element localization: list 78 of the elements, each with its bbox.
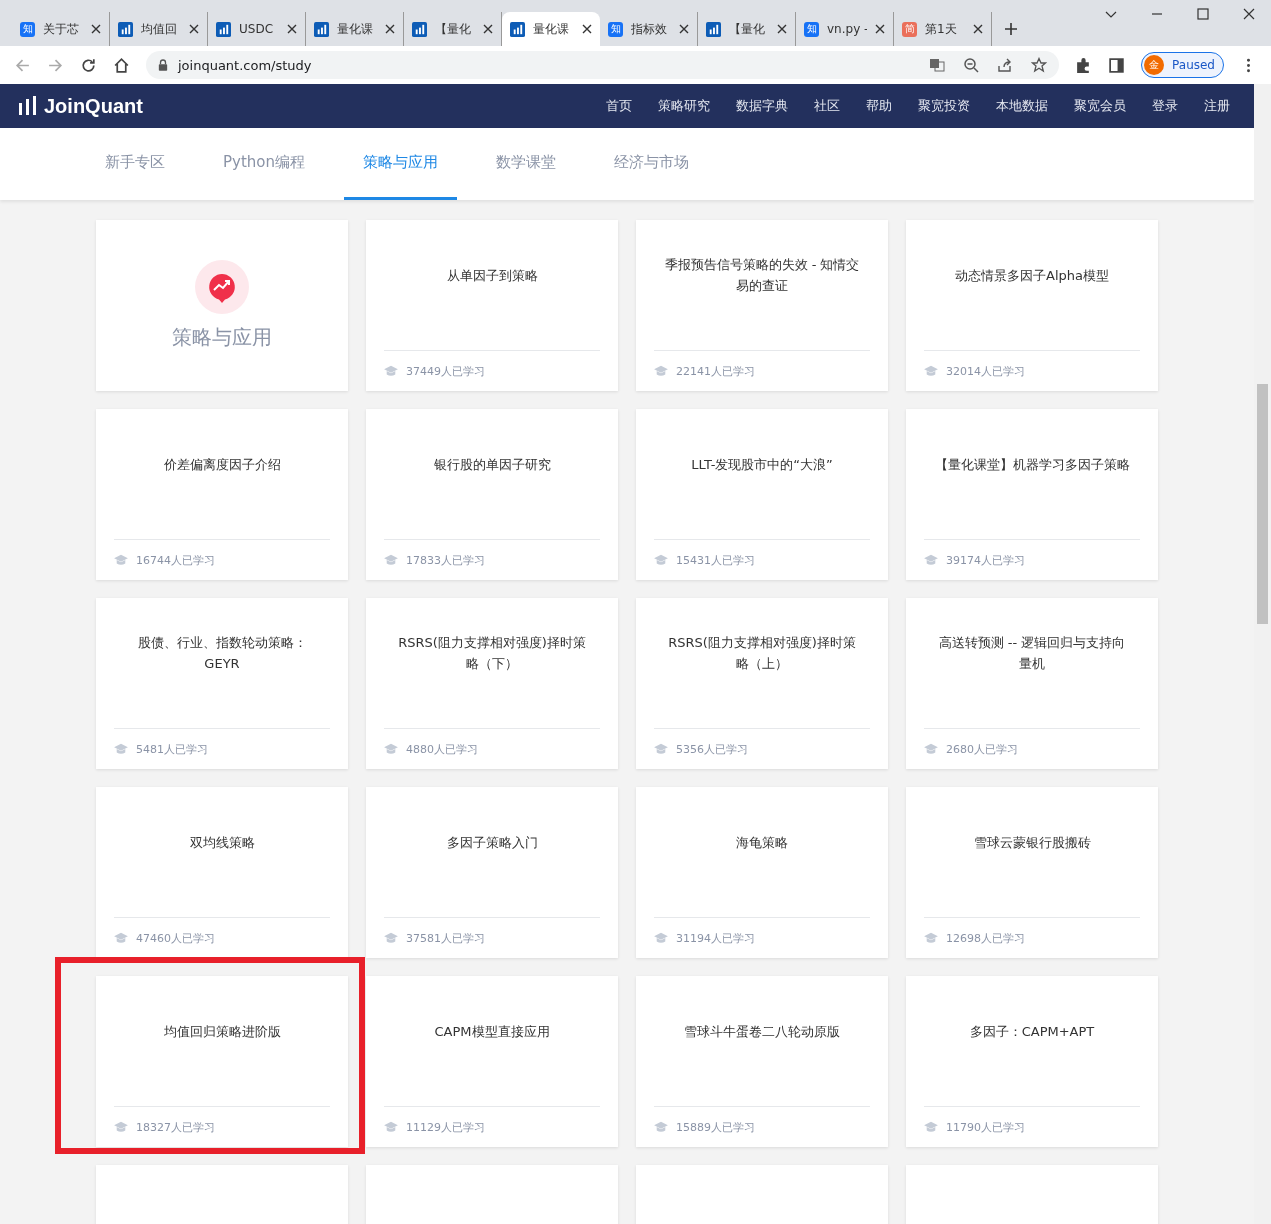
course-card[interactable]: 海龟策略 31194人已学习	[636, 787, 888, 958]
course-card[interactable]: 季报预告信号策略的失效 - 知情交易的查证 22141人已学习	[636, 220, 888, 391]
course-card[interactable]: 价差偏离度因子介绍 16744人已学习	[96, 409, 348, 580]
course-title: 雪球斗牛蛋卷二八轮动原版	[684, 1022, 840, 1041]
course-title: 多因子策略入门	[446, 833, 538, 852]
course-title: 动态情景多因子Alpha模型	[955, 266, 1109, 285]
learner-count: 37449人已学习	[406, 363, 485, 379]
course-card[interactable]: LLT-发现股市中的“大浪” 15431人已学习	[636, 409, 888, 580]
learner-count: 15431人已学习	[676, 552, 755, 568]
course-title: 价差偏离度因子介绍	[163, 455, 281, 474]
nav-link[interactable]: 登录	[1152, 97, 1178, 115]
nav-link[interactable]: 注册	[1204, 97, 1230, 115]
learner-count: 5356人已学习	[676, 741, 748, 757]
course-title: LLT-发现股市中的“大浪”	[691, 455, 833, 474]
course-card[interactable]: 从单因子到策略 37449人已学习	[366, 220, 618, 391]
course-title: 银行股的单因子研究	[433, 455, 551, 474]
course-title: 季报预告信号策略的失效 - 知情交易的查证	[664, 256, 860, 295]
nav-link[interactable]: 数据字典	[736, 97, 788, 115]
nav-link[interactable]: 首页	[606, 97, 632, 115]
course-title: RSRS(阻力支撑相对强度)择时策略（上）	[667, 634, 857, 673]
learner-count: 32014人已学习	[946, 363, 1025, 379]
learner-count: 11790人已学习	[946, 1119, 1025, 1135]
browser-tab[interactable]: 量化课	[502, 12, 600, 46]
favicon-icon: 知	[804, 21, 819, 37]
course-card[interactable]: 动态情景多因子Alpha模型 32014人已学习	[906, 220, 1158, 391]
course-card[interactable]: RSRS(阻力支撑相对强度)择时策略（上） 5356人已学习	[636, 598, 888, 769]
learner-count: 37581人已学习	[406, 930, 485, 946]
course-card[interactable]: 股债、行业、指数轮动策略：GEYR 5481人已学习	[96, 598, 348, 769]
learner-count: 31194人已学习	[676, 930, 755, 946]
profile-button[interactable]: 金 Paused	[1141, 52, 1224, 78]
nav-link[interactable]: 策略研究	[658, 97, 710, 115]
course-card[interactable]: 【量化课堂】机器学习多因子策略 39174人已学习	[906, 409, 1158, 580]
nav-link[interactable]: 帮助	[866, 97, 892, 115]
course-card[interactable]: 多因子：CAPM+APT 11790人已学习	[906, 976, 1158, 1147]
category-title: 策略与应用	[172, 324, 272, 351]
learner-count: 15889人已学习	[676, 1119, 755, 1135]
course-card[interactable]: 均值回归策略进阶版 18327人已学习	[96, 976, 348, 1147]
course-title: 双均线策略	[189, 833, 255, 852]
learner-count: 4880人已学习	[406, 741, 478, 757]
avatar-icon: 金	[1144, 55, 1165, 75]
favicon-icon: 简	[902, 21, 917, 37]
learner-count: 39174人已学习	[946, 552, 1025, 568]
nav-link[interactable]: 聚宽投资	[918, 97, 970, 115]
course-card[interactable]: 雪球斗牛蛋卷二八轮动原版 15889人已学习	[636, 976, 888, 1147]
course-card[interactable]: 高送转预测 -- 逻辑回归与支持向量机 2680人已学习	[906, 598, 1158, 769]
course-title: 均值回归策略进阶版	[163, 1022, 281, 1041]
favicon-icon: 知	[20, 21, 35, 37]
course-title: RSRS(阻力支撑相对强度)择时策略（下）	[397, 634, 587, 673]
nav-link[interactable]: 聚宽会员	[1074, 97, 1126, 115]
course-card[interactable]: RSRS(阻力支撑相对强度)择时策略（下） 4880人已学习	[366, 598, 618, 769]
course-title: 股债、行业、指数轮动策略：GEYR	[136, 634, 308, 673]
section-tab[interactable]: 策略与应用	[344, 128, 457, 200]
learner-count: 5481人已学习	[136, 741, 208, 757]
course-card[interactable]: 多因子策略入门 37581人已学习	[366, 787, 618, 958]
course-card[interactable]: 雪球云蒙银行股搬砖 12698人已学习	[906, 787, 1158, 958]
learner-count: 17833人已学习	[406, 552, 485, 568]
learner-count: 16744人已学习	[136, 552, 215, 568]
course-title: 多因子：CAPM+APT	[969, 1022, 1095, 1041]
course-title: 高送转预测 -- 逻辑回归与支持向量机	[937, 634, 1127, 673]
course-card[interactable]: CAPM模型直接应用 11129人已学习	[366, 976, 618, 1147]
course-card[interactable]: 双均线策略 47460人已学习	[96, 787, 348, 958]
learner-count: 11129人已学习	[406, 1119, 485, 1135]
learner-count: 2680人已学习	[946, 741, 1018, 757]
learner-count: 12698人已学习	[946, 930, 1025, 946]
learner-count: 22141人已学习	[676, 363, 755, 379]
learner-count: 18327人已学习	[136, 1119, 215, 1135]
learner-count: 47460人已学习	[136, 930, 215, 946]
course-title: 雪球云蒙银行股搬砖	[973, 833, 1091, 852]
course-title: 海龟策略	[736, 833, 788, 852]
nav-link[interactable]: 本地数据	[996, 97, 1048, 115]
course-title: 从单因子到策略	[446, 266, 538, 285]
nav-link[interactable]: 社区	[814, 97, 840, 115]
site-logo[interactable]: JoinQuant	[18, 94, 143, 118]
course-title: CAPM模型直接应用	[434, 1022, 550, 1041]
address-field[interactable]: joinquant.com/study	[146, 51, 1060, 79]
favicon-icon: 知	[608, 21, 623, 37]
course-card[interactable]: 银行股的单因子研究 17833人已学习	[366, 409, 618, 580]
course-title: 【量化课堂】机器学习多因子策略	[934, 455, 1130, 474]
